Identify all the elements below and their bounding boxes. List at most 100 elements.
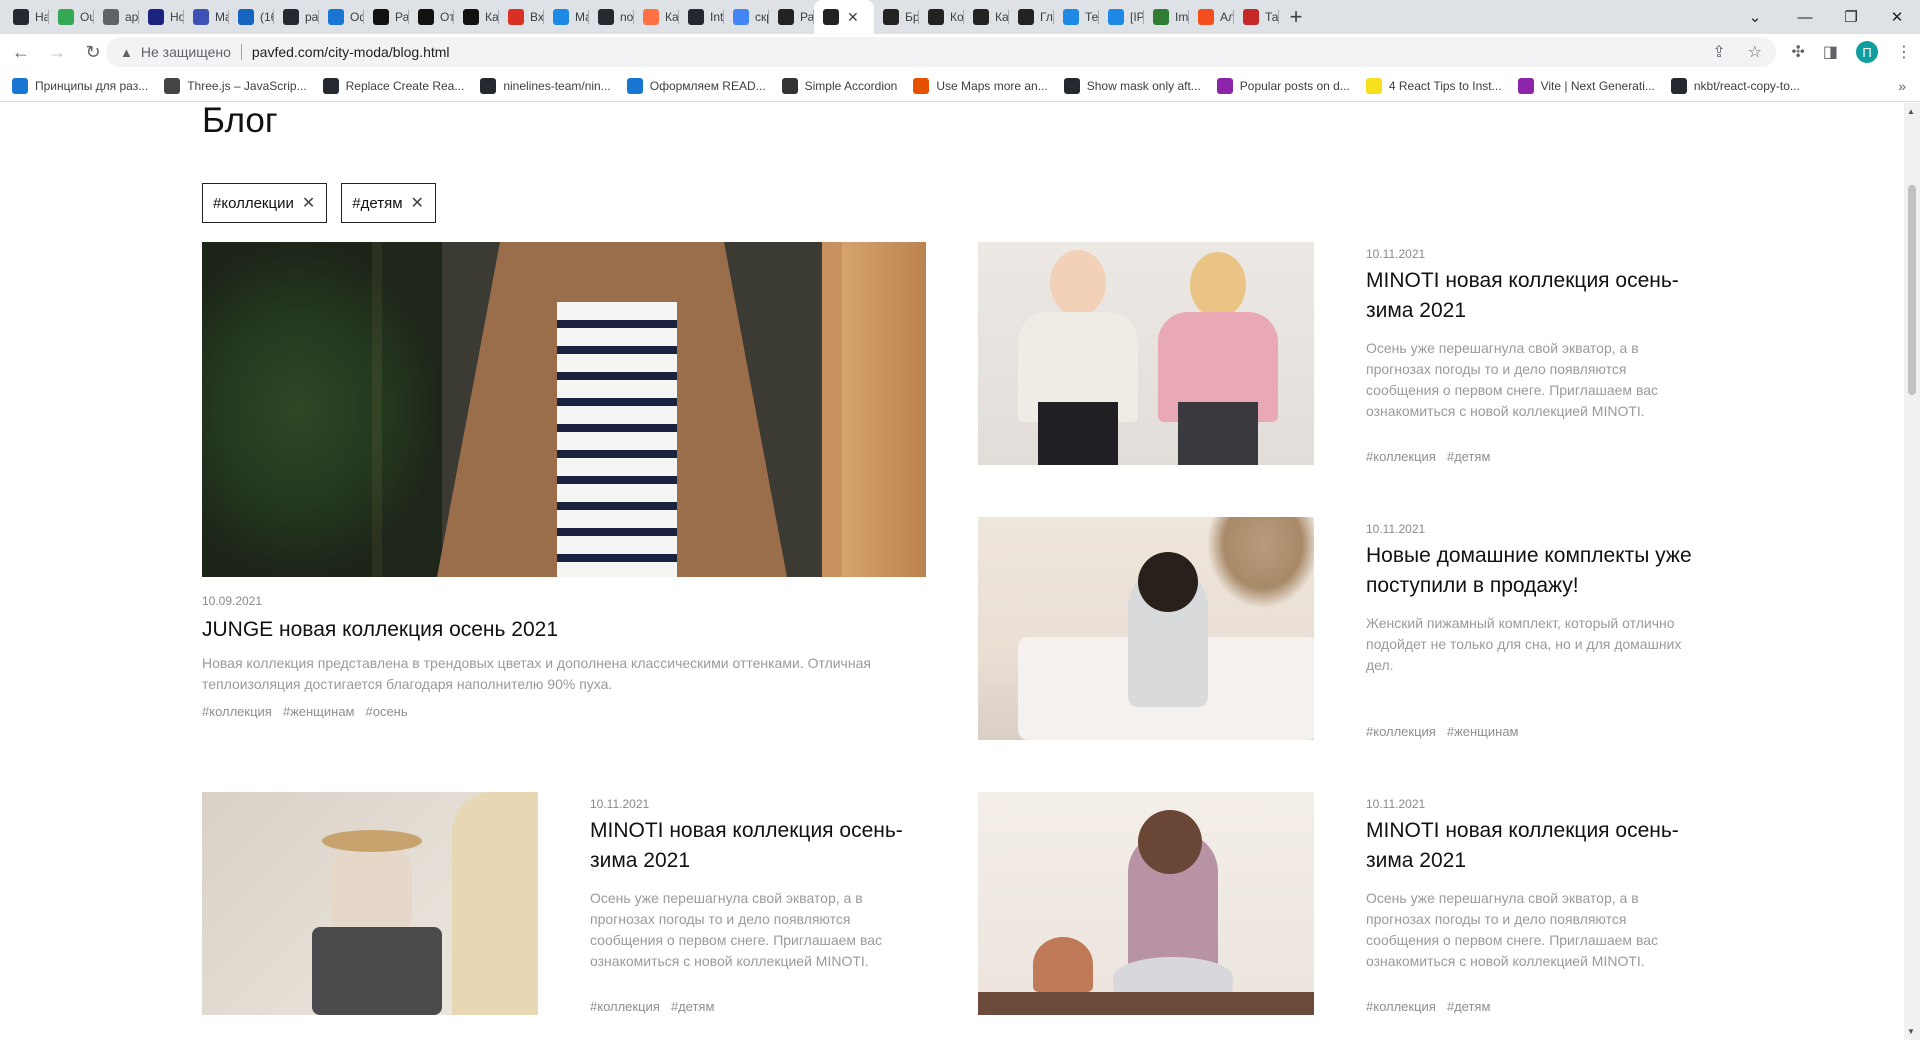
new-tab-button[interactable]: + (1279, 0, 1313, 34)
browser-tab[interactable]: Тел (1054, 0, 1099, 34)
bookmark-label: Simple Accordion (804, 78, 898, 93)
app-icon (1108, 9, 1124, 25)
post-image[interactable] (978, 792, 1314, 1015)
bookmark-item[interactable]: Show mask only aft... (1063, 77, 1201, 94)
restore-button[interactable]: ❐ (1828, 0, 1874, 34)
reload-button[interactable]: ↻ (78, 37, 108, 67)
tab-search-button[interactable]: ⌄ (1728, 0, 1782, 34)
url-text[interactable]: pavfed.com/city-moda/blog.html (252, 44, 450, 60)
browser-tab[interactable]: От (409, 0, 454, 34)
page-scrollbar[interactable]: ▲ ▼ (1904, 103, 1920, 1040)
browser-tab[interactable]: Ime (1144, 0, 1189, 34)
close-tab-icon[interactable]: ✕ (847, 9, 859, 26)
post-tag[interactable]: #женщинам (1447, 724, 1519, 739)
post-title[interactable]: MINOTI новая коллекция осень-зима 2021 (590, 816, 916, 876)
post-tag[interactable]: #коллекция (1366, 724, 1436, 739)
browser-tab[interactable]: [IP- (1099, 0, 1144, 34)
browser-tab[interactable]: Inte (679, 0, 724, 34)
post-image[interactable] (978, 517, 1314, 740)
scroll-down-icon[interactable]: ▼ (1907, 1027, 1915, 1036)
bookmark-favicon-icon (626, 77, 643, 94)
bookmark-item[interactable]: 4 React Tips to Inst... (1365, 77, 1502, 94)
browser-tab[interactable]: Кат (634, 0, 679, 34)
blog-post-card[interactable]: 10.11.2021 MINOTI новая коллекция осень-… (202, 792, 916, 1022)
profile-avatar[interactable]: П (1856, 41, 1878, 63)
post-tag[interactable]: #осень (365, 704, 407, 719)
post-tag[interactable]: #детям (1447, 449, 1491, 464)
app-icon (928, 9, 944, 25)
post-title[interactable]: MINOTI новая коллекция осень-зима 2021 (1366, 816, 1692, 876)
browser-tab[interactable]: скр (724, 0, 769, 34)
browser-tab[interactable]: Кар (454, 0, 499, 34)
bookmark-star-icon[interactable]: ☆ (1748, 42, 1762, 62)
extensions-icon[interactable]: ✣ (1791, 42, 1804, 62)
browser-tab[interactable]: Нас (4, 0, 49, 34)
browser-tab[interactable]: pav (274, 0, 319, 34)
post-tag[interactable]: #детям (1447, 999, 1491, 1014)
browser-tab[interactable]: Ho (139, 0, 184, 34)
bookmark-item[interactable]: Three.js – JavaScrip... (164, 77, 307, 94)
blog-post-card[interactable]: 10.11.2021 Новые домашние комплекты уже … (978, 517, 1692, 747)
post-tag[interactable]: #коллекция (590, 999, 660, 1014)
bookmark-item[interactable]: Simple Accordion (781, 77, 898, 94)
bookmark-item[interactable]: Принципы для раз... (12, 77, 148, 94)
bookmark-favicon-icon (1063, 77, 1080, 94)
post-title[interactable]: MINOTI новая коллекция осень-зима 2021 (1366, 266, 1692, 326)
browser-tab[interactable]: Оф (319, 0, 364, 34)
browser-tab[interactable]: Бре (874, 0, 919, 34)
address-bar[interactable]: ▲ Не защищено pavfed.com/city-moda/blog.… (106, 37, 1776, 67)
browser-tab[interactable]: Гла (1009, 0, 1054, 34)
blog-post-card[interactable]: 10.09.2021 JUNGE новая коллекция осень 2… (202, 242, 926, 742)
blog-post-card[interactable]: 10.11.2021 MINOTI новая коллекция осень-… (978, 792, 1692, 1022)
bookmark-item[interactable]: nkbt/react-copy-to... (1670, 77, 1800, 94)
browser-tab[interactable]: (16 (229, 0, 274, 34)
close-window-button[interactable]: ✕ (1874, 0, 1920, 34)
tab-title: (16 (260, 10, 274, 24)
bookmark-item[interactable]: Vite | Next Generati... (1517, 77, 1655, 94)
post-image[interactable] (978, 242, 1314, 465)
browser-tab[interactable]: not (589, 0, 634, 34)
scroll-up-icon[interactable]: ▲ (1907, 107, 1915, 116)
minimize-button[interactable]: — (1782, 0, 1828, 34)
post-image[interactable] (202, 242, 926, 577)
browser-tab[interactable]: Ра (769, 0, 814, 34)
browser-tab[interactable]: Кор (919, 0, 964, 34)
remove-filter-icon[interactable]: ✕ (411, 193, 424, 213)
post-image[interactable] (202, 792, 538, 1015)
menu-icon[interactable]: ⋮ (1896, 42, 1912, 62)
browser-tab[interactable]: Ма (544, 0, 589, 34)
blog-post-card[interactable]: 10.11.2021 MINOTI новая коллекция осень-… (978, 242, 1692, 472)
post-tag[interactable]: #коллекция (1366, 999, 1436, 1014)
browser-tab[interactable]: Ma (184, 0, 229, 34)
address-divider (240, 44, 242, 60)
side-panel-icon[interactable]: ◨ (1823, 42, 1838, 62)
share-icon[interactable]: ⇪ (1712, 42, 1725, 62)
forward-button[interactable]: → (42, 37, 72, 67)
scrollbar-thumb[interactable] (1908, 185, 1916, 395)
browser-tab[interactable]: Кар (964, 0, 1009, 34)
browser-tab[interactable]: Але (1189, 0, 1234, 34)
browser-tab[interactable]: Ou (49, 0, 94, 34)
browser-tab[interactable]: Ра (364, 0, 409, 34)
bookmark-item[interactable]: Popular posts on d... (1216, 77, 1350, 94)
bookmark-item[interactable]: Use Maps more an... (913, 77, 1048, 94)
bookmark-item[interactable]: Оформляем READ... (626, 77, 766, 94)
bookmark-item[interactable]: Replace Create Rea... (322, 77, 464, 94)
post-tag[interactable]: #женщинам (283, 704, 355, 719)
post-tag[interactable]: #детям (671, 999, 715, 1014)
tab-active[interactable]: ✕ (814, 0, 874, 34)
not-secure-label[interactable]: Не защищено (141, 44, 231, 60)
browser-tab[interactable]: Таб (1234, 0, 1279, 34)
remove-filter-icon[interactable]: ✕ (302, 193, 315, 213)
bookmark-item[interactable]: ninelines-team/nin... (480, 77, 611, 94)
post-title[interactable]: JUNGE новая коллекция осень 2021 (202, 615, 926, 645)
browser-tab[interactable]: app (94, 0, 139, 34)
post-tag[interactable]: #коллекция (202, 704, 272, 719)
filter-chip-kids[interactable]: #детям ✕ (341, 183, 436, 223)
bookmarks-overflow-button[interactable]: » (1898, 78, 1906, 94)
filter-chip-collections[interactable]: #коллекции ✕ (202, 183, 328, 223)
browser-tab[interactable]: Вхс (499, 0, 544, 34)
back-button[interactable]: ← (6, 37, 36, 67)
post-title[interactable]: Новые домашние комплекты уже поступили в… (1366, 541, 1702, 601)
post-tag[interactable]: #коллекция (1366, 449, 1436, 464)
